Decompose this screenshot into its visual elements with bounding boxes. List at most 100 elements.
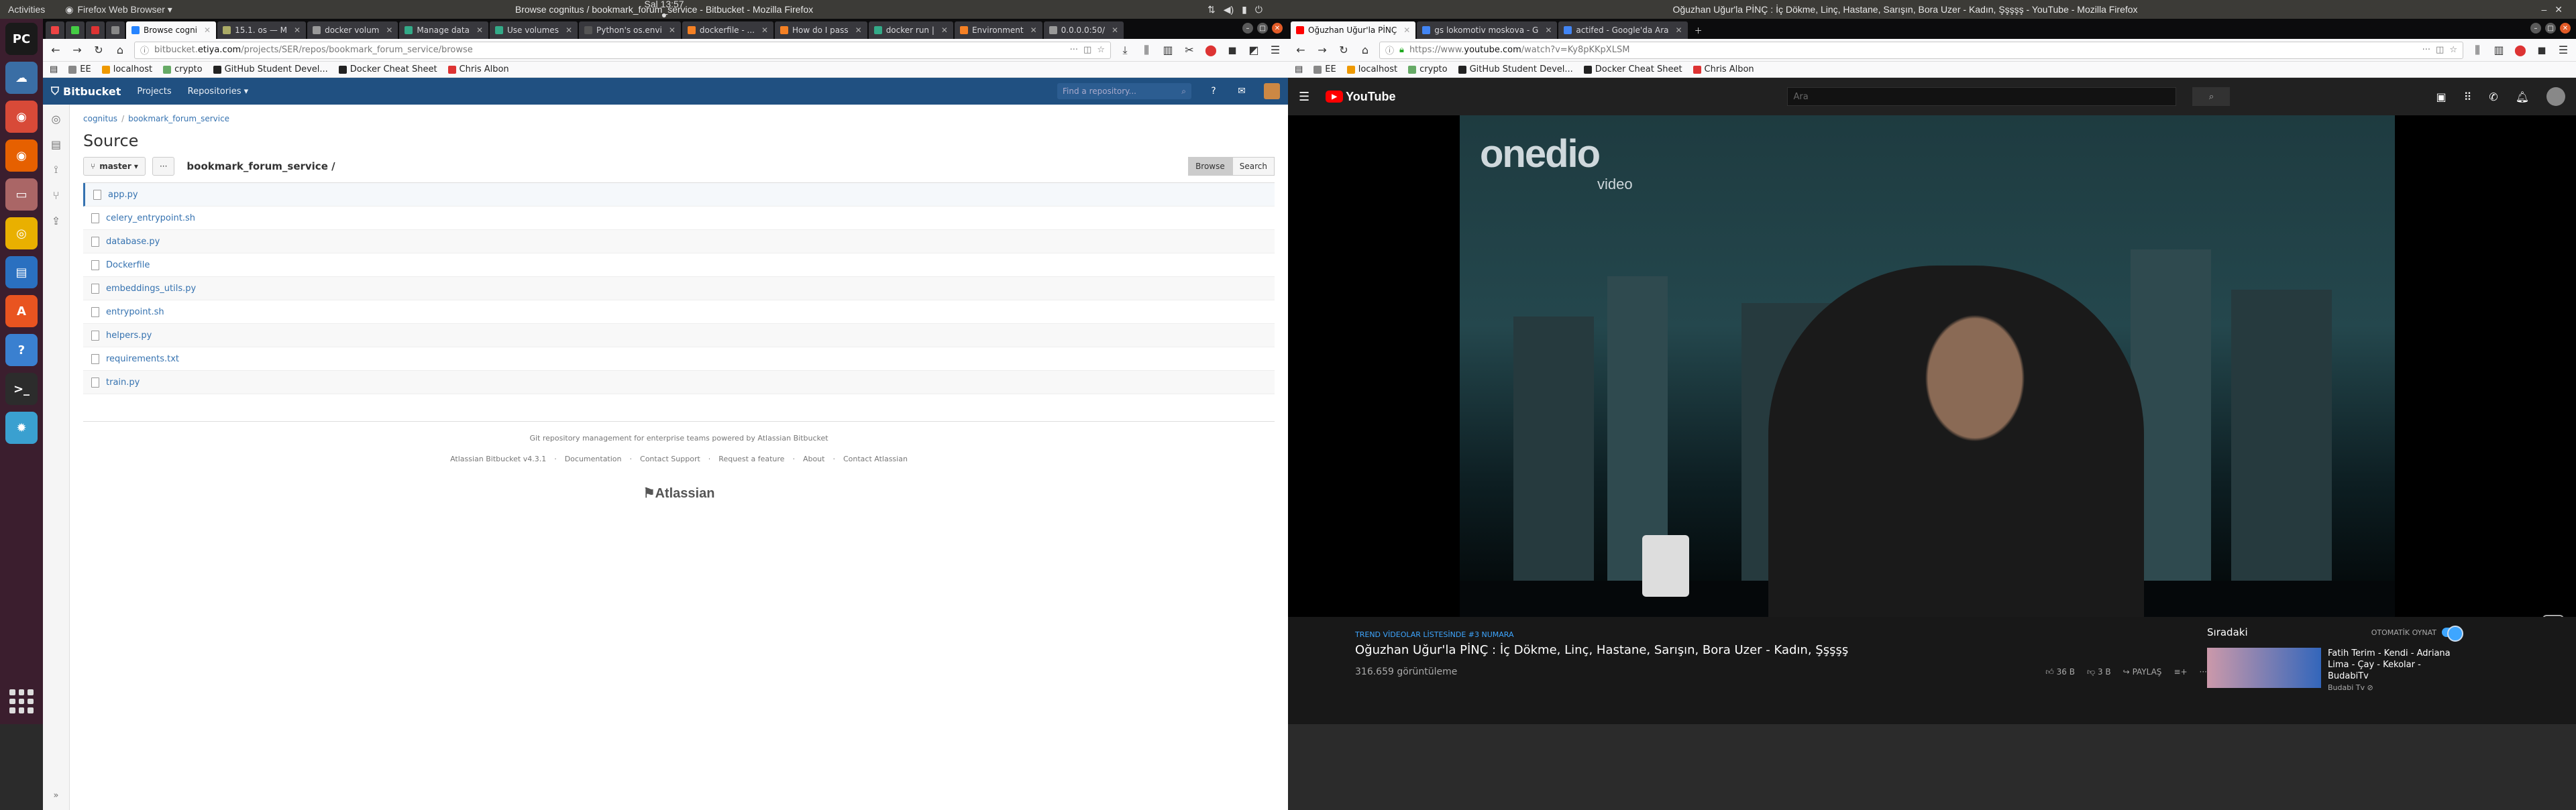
close-icon[interactable]: ✕ (1272, 23, 1283, 34)
writer-icon[interactable]: ▤ (5, 256, 38, 288)
tab-0[interactable]: Oğuzhan Uğur'la PİNÇ ✕ (1291, 21, 1416, 39)
extension-icon[interactable]: ◼ (2534, 43, 2549, 58)
tab-close-icon[interactable]: ✕ (1676, 25, 1682, 35)
pocket-icon[interactable]: ◫ (1083, 45, 1091, 55)
file-name[interactable]: app.py (108, 190, 138, 200)
sidebar-icon[interactable]: ▥ (2491, 43, 2506, 58)
tab-close-icon[interactable]: ✕ (855, 25, 862, 35)
breadcrumb-project[interactable]: cognitus (83, 114, 117, 123)
file-row[interactable]: celery_entrypoint.sh (83, 207, 1275, 230)
tab-close-icon[interactable]: ✕ (204, 25, 211, 35)
tab-13[interactable]: Environment ✕ (954, 21, 1042, 39)
dislike-button[interactable]: 👎︎ 3 B (2087, 667, 2111, 677)
help-icon[interactable]: ? (1208, 85, 1220, 97)
source-icon[interactable]: ▤ (49, 137, 64, 152)
breadcrumb-repo[interactable]: bookmark_forum_service (128, 114, 229, 123)
bookmark-item[interactable]: Docker Cheat Sheet (1583, 64, 1682, 74)
tab-close-icon[interactable]: ✕ (761, 25, 768, 35)
tab-close-icon[interactable]: ✕ (1545, 25, 1552, 35)
repo-avatar-icon[interactable]: ◎ (49, 111, 64, 126)
info-icon[interactable]: ⓘ (140, 44, 149, 56)
system-tray-left[interactable]: ⇅ ◀) ▮ ⏻ (1208, 4, 1263, 15)
extension-icon[interactable]: ◼ (1225, 43, 1240, 58)
minimize-icon[interactable]: – (2530, 23, 2541, 34)
tab-3[interactable] (106, 21, 125, 39)
video-frame[interactable]: onedio video (1460, 115, 2395, 641)
reload-icon[interactable]: ↻ (1336, 43, 1351, 58)
file-row[interactable]: Dockerfile (83, 253, 1275, 277)
extension2-icon[interactable]: ◩ (1246, 43, 1261, 58)
downloads-icon[interactable]: ⤓ (1118, 43, 1132, 58)
tab-close-icon[interactable]: ✕ (1112, 25, 1118, 35)
file-row[interactable]: train.py (83, 371, 1275, 394)
bookmark-item[interactable]: Chris Albon (1693, 64, 1754, 74)
search-button[interactable]: ⌕ (2192, 87, 2231, 106)
file-name[interactable]: database.py (106, 237, 160, 247)
like-button[interactable]: 👍︎ 36 B (2045, 667, 2075, 677)
file-name[interactable]: train.py (106, 378, 140, 388)
close-icon[interactable]: ✕ (2560, 23, 2571, 34)
file-row[interactable]: requirements.txt (83, 347, 1275, 371)
file-name[interactable]: celery_entrypoint.sh (106, 213, 195, 223)
search-button[interactable]: Search (1232, 157, 1275, 176)
menu-icon[interactable]: ☰ (1268, 43, 1283, 58)
apps-icon[interactable]: ⠿ (2464, 91, 2472, 103)
minimize-icon[interactable]: – (1242, 23, 1253, 34)
show-apps-icon[interactable] (9, 689, 34, 713)
screenshot-icon[interactable]: ✂ (1182, 43, 1197, 58)
pull-requests-icon[interactable]: ⇪ (49, 213, 64, 228)
terminal-icon[interactable]: >_ (5, 373, 38, 405)
commits-icon[interactable]: ⟟ (49, 162, 64, 177)
rhythmbox-icon[interactable]: ◎ (5, 217, 38, 249)
reload-icon[interactable]: ↻ (91, 43, 106, 58)
forward-icon[interactable]: → (70, 43, 85, 58)
avatar[interactable] (1264, 83, 1280, 99)
video-player[interactable]: onedio video (1288, 115, 2576, 676)
firefox-icon[interactable]: ◉ (5, 139, 38, 172)
bookmark-item[interactable]: EE (68, 64, 91, 74)
adblock-icon[interactable]: ⬤ (2513, 43, 2528, 58)
bitbucket-logo[interactable]: ⛉ Bitbucket (51, 84, 121, 98)
tab-2[interactable]: actifed - Google'da Ara ✕ (1558, 21, 1688, 39)
nav-projects[interactable]: Projects (137, 86, 171, 97)
bookmark-item[interactable]: EE (1313, 64, 1336, 74)
new-tab-button[interactable]: ＋ (1689, 21, 1708, 39)
footer-link[interactable]: Contact Support (640, 455, 700, 463)
app-menu[interactable]: ◉ Firefox Web Browser ▾ (65, 4, 172, 15)
next-video-thumbnail[interactable] (2207, 648, 2321, 688)
home-icon[interactable]: ⌂ (113, 43, 127, 58)
file-row[interactable]: database.py (83, 230, 1275, 253)
bookmark-star-icon[interactable]: ☆ (2449, 45, 2457, 55)
tab-4[interactable]: Browse cogni ✕ (126, 21, 217, 39)
file-row[interactable]: app.py (83, 183, 1275, 207)
page-actions-icon[interactable]: ··· (2422, 45, 2430, 55)
expand-sidebar-icon[interactable]: » (54, 791, 59, 801)
share-button[interactable]: ↪ PAYLAŞ (2123, 667, 2162, 677)
next-video-channel[interactable]: Budabi Tv ⊘ (2328, 683, 2462, 692)
tab-0[interactable] (46, 21, 64, 39)
url-bar[interactable]: ⓘ bitbucket.etiya.com/projects/SER/repos… (134, 41, 1111, 59)
footer-link[interactable]: Request a feature (718, 455, 784, 463)
tab-close-icon[interactable]: ✕ (1030, 25, 1037, 35)
tab-close-icon[interactable]: ✕ (294, 25, 301, 35)
save-to-playlist-icon[interactable]: ≡+ (2174, 667, 2187, 677)
url-bar[interactable]: ⓘ 🔒︎ https://www.youtube.com/watch?v=Ky8… (1379, 41, 2463, 59)
tab-close-icon[interactable]: ✕ (566, 25, 572, 35)
activities-button[interactable]: Activities (8, 4, 45, 15)
tab-11[interactable]: How do I pass ✕ (775, 21, 867, 39)
tab-5[interactable]: 15.1. os — M ✕ (217, 21, 307, 39)
create-video-icon[interactable]: ▣ (2436, 91, 2446, 103)
next-video-title[interactable]: Fatih Terim - Kendi - Adriana Lima - Çay… (2328, 648, 2462, 682)
library-icon[interactable]: ⫼ (2470, 43, 2485, 58)
footer-link[interactable]: About (803, 455, 825, 463)
tab-1[interactable]: gs lokomotiv moskova - G ✕ (1417, 21, 1558, 39)
hamburger-menu-icon[interactable]: ☰ (1299, 90, 1309, 104)
tab-7[interactable]: Manage data ✕ (399, 21, 488, 39)
chrome-icon[interactable]: ◉ (5, 101, 38, 133)
bookmark-item[interactable]: Chris Albon (447, 64, 509, 74)
tab-2[interactable] (86, 21, 105, 39)
forward-icon[interactable]: → (1315, 43, 1330, 58)
tab-6[interactable]: docker volum ✕ (307, 21, 398, 39)
system-tray-right[interactable]: – ✕ (2541, 4, 2563, 15)
tab-9[interactable]: Python's os.envi ✕ (579, 21, 681, 39)
